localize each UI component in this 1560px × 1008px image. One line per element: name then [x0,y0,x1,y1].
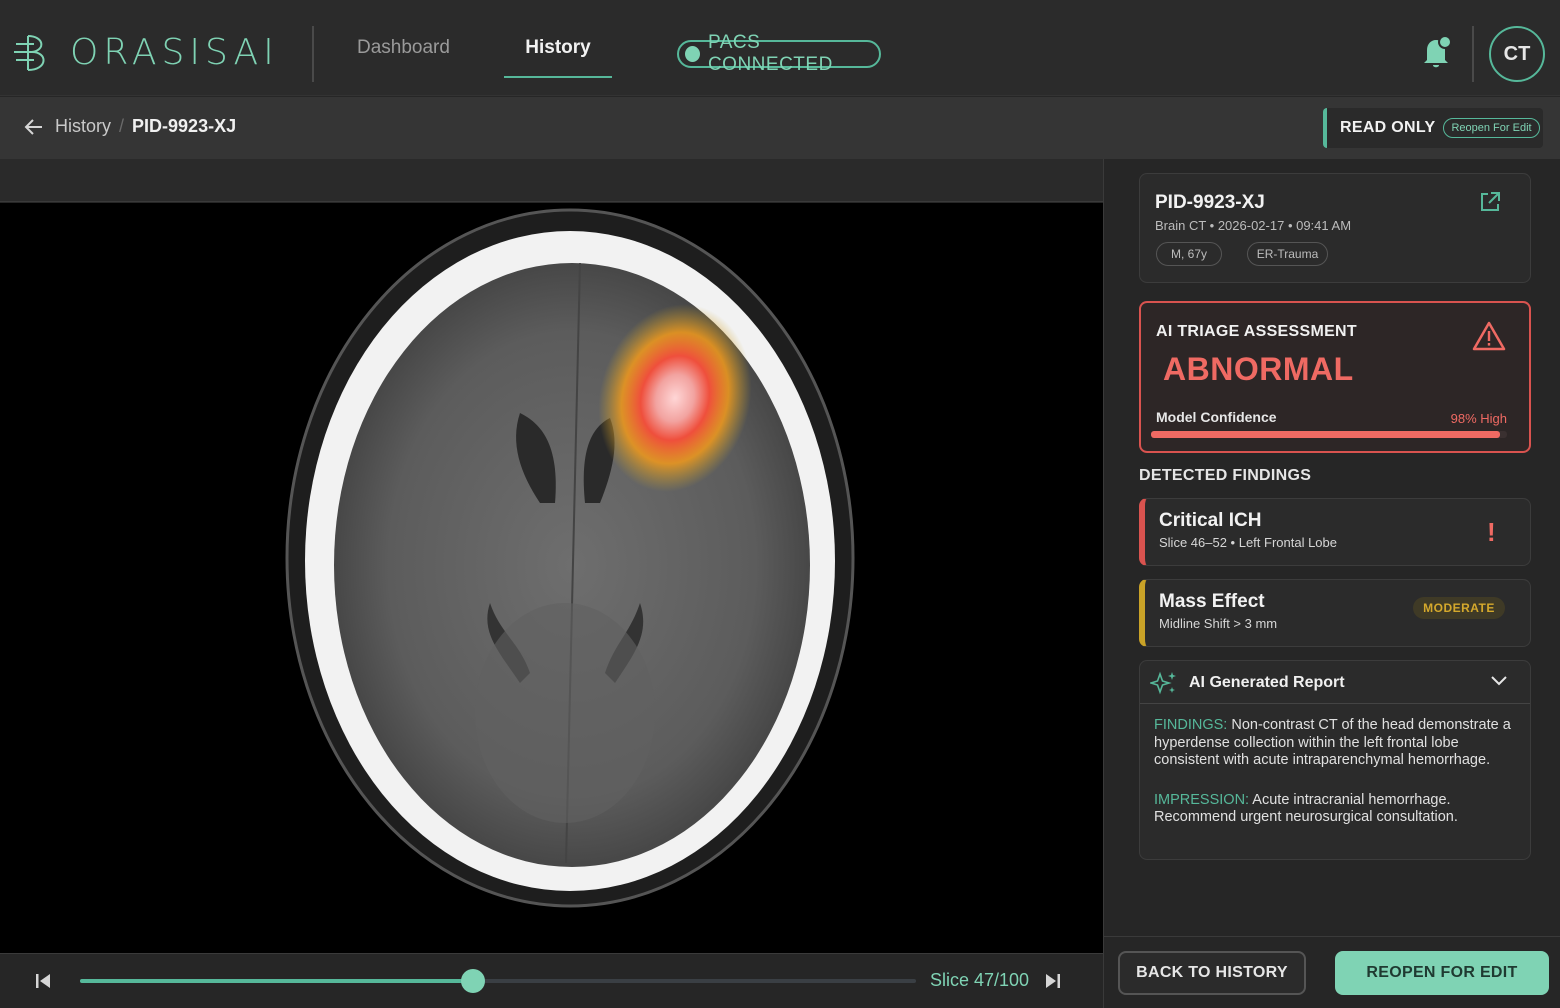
slice-slider-fill [80,979,473,983]
brand-logo[interactable]: ORASISAI [12,30,279,74]
slice-controls: Slice 47/100 [0,953,1103,1008]
slice-indicator: Slice 47/100 [930,970,1030,990]
divider [1472,26,1474,82]
study-meta: Brain CT • 2026-02-17 • 09:41 AM [1155,218,1352,233]
warning-triangle-icon [1472,321,1506,351]
finding-subtitle: Slice 46–52 • Left Frontal Lobe [1159,535,1338,550]
ct-image[interactable] [0,203,1103,953]
details-panel: PID-9923-XJ Brain CT • 2026-02-17 • 09:4… [1103,159,1560,1008]
critical-alert-icon: ! [1487,517,1496,547]
skip-end-icon[interactable] [1043,971,1063,991]
pacs-status-label: PACS CONNECTED [707,32,833,75]
report-findings: FINDINGS: Non-contrast CT of the head de… [1154,717,1516,770]
confidence-bar [1151,431,1507,438]
reopen-for-edit-button[interactable]: REOPEN FOR EDIT [1335,951,1549,995]
pacs-status-badge: PACS CONNECTED [677,32,881,75]
patient-tag: M, 67y [1156,242,1222,266]
divider [312,26,314,82]
sparkle-icon [1150,671,1176,695]
image-viewer: Slice 47/100 [0,159,1103,1008]
ai-triage-card: AI TRIAGE ASSESSMENT ABNORMAL Model Conf… [1139,301,1531,453]
nav-active-indicator [504,76,612,78]
findings-keyword: FINDINGS: [1154,717,1228,733]
report-impression: IMPRESSION: Acute intracranial hemorrhag… [1154,792,1516,827]
logo-mark-icon [14,35,45,71]
findings-section-title: DETECTED FINDINGS [1139,467,1312,484]
patient-card: PID-9923-XJ Brain CT • 2026-02-17 • 09:4… [1139,173,1531,283]
top-bar: ORASISAI Dashboard History PACS CONNECTE… [0,0,1560,96]
breadcrumb-history-link[interactable]: History [55,116,111,137]
chevron-down-icon[interactable] [1490,674,1508,688]
confidence-label: Model Confidence [1156,409,1277,425]
ai-report-card: AI Generated Report FINDINGS: Non-contra… [1139,660,1531,860]
user-avatar[interactable]: CT [1489,26,1545,82]
brand-name: ORASISAI [70,31,279,73]
slice-slider-thumb[interactable] [460,969,485,993]
confidence-value: 98% High [1450,411,1507,426]
arrow-left-icon[interactable] [22,115,46,139]
action-bar: BACK TO HISTORY REOPEN FOR EDIT [1104,936,1560,1008]
impression-keyword: IMPRESSION: [1154,791,1250,808]
report-body: FINDINGS: Non-contrast CT of the head de… [1154,717,1516,849]
breadcrumb-bar: History / PID-9923-XJ READ ONLY Reopen F… [0,97,1560,159]
read-only-label: READ ONLY [1340,119,1436,136]
back-to-history-button[interactable]: BACK TO HISTORY [1118,951,1306,995]
finding-title: Mass Effect [1159,591,1265,612]
confidence-bar-fill [1151,431,1500,438]
severity-badge: MODERATE [1413,597,1505,619]
finding-item-mass-effect[interactable]: Mass Effect Midline Shift > 3 mm MODERAT… [1139,579,1531,647]
reopen-for-edit-pill[interactable]: Reopen For Edit [1443,118,1540,138]
finding-title: Critical ICH [1159,510,1262,531]
slice-slider[interactable] [80,969,916,993]
status-dot-icon [685,46,700,62]
triage-status: ABNORMAL [1163,351,1354,387]
nav-dashboard[interactable]: Dashboard [357,0,450,96]
breadcrumb-current: PID-9923-XJ [132,116,237,136]
read-only-banner: READ ONLY Reopen For Edit [1323,108,1543,148]
ct-scan-image [285,208,855,908]
triage-title: AI TRIAGE ASSESSMENT [1156,323,1357,340]
skip-start-icon[interactable] [33,971,53,991]
report-title: AI Generated Report [1189,674,1345,691]
patient-tag: ER-Trauma [1247,242,1328,266]
external-link-icon[interactable] [1478,190,1502,214]
patient-id: PID-9923-XJ [1155,192,1265,213]
finding-item-critical-ich[interactable]: Critical ICH Slice 46–52 • Left Frontal … [1139,498,1531,566]
breadcrumb: History / PID-9923-XJ [55,116,236,137]
nav-history[interactable]: History [504,0,612,96]
report-header[interactable]: AI Generated Report [1140,661,1530,704]
bell-icon[interactable] [1420,34,1454,70]
finding-subtitle: Midline Shift > 3 mm [1159,616,1278,631]
viewer-toolbar [0,159,1103,202]
breadcrumb-separator: / [119,116,125,136]
